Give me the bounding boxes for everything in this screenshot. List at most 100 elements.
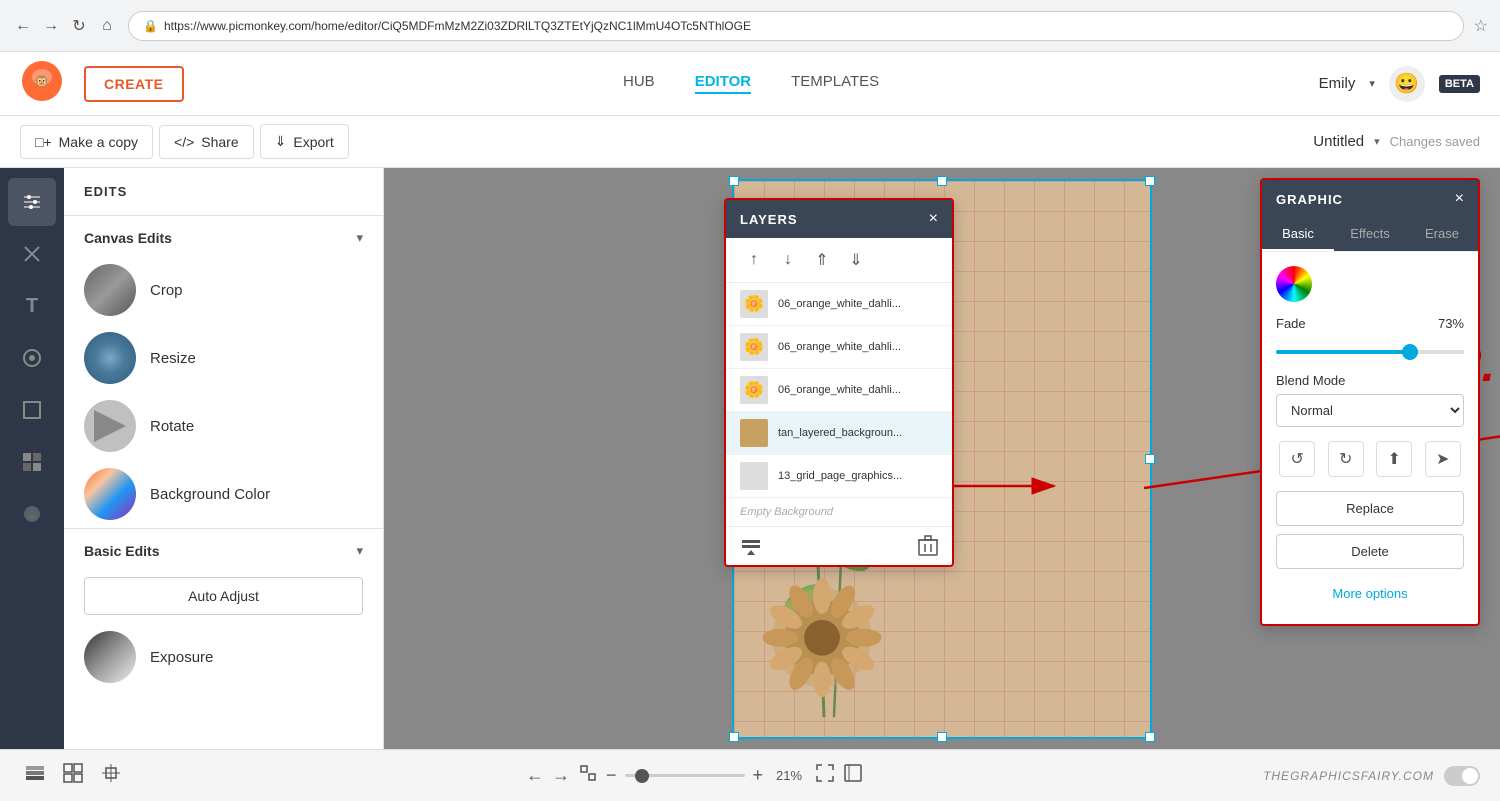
avatar[interactable]: 😀 bbox=[1389, 66, 1425, 102]
layers-merge-button[interactable] bbox=[740, 535, 762, 557]
logo[interactable]: 🐵 bbox=[20, 59, 64, 108]
selection-handle-bm[interactable] bbox=[937, 732, 947, 742]
canvas-edits-header[interactable]: Canvas Edits ▾ bbox=[64, 216, 383, 256]
layer-move-up-button[interactable]: ↑ bbox=[740, 246, 768, 274]
layer-item[interactable]: 🌼 06_orange_white_dahli... bbox=[726, 283, 952, 326]
user-name[interactable]: Emily bbox=[1319, 75, 1356, 92]
svg-text:🐵: 🐵 bbox=[33, 73, 50, 89]
bookmark-icon[interactable]: ☆ bbox=[1474, 16, 1488, 36]
rotate-right-button[interactable]: ↻ bbox=[1328, 441, 1364, 477]
export-icon: ⇓ bbox=[275, 133, 287, 150]
rotate-item[interactable]: Rotate bbox=[64, 392, 383, 460]
exposure-item[interactable]: Exposure bbox=[64, 623, 383, 691]
layer-move-bottom-button[interactable]: ⇓ bbox=[842, 246, 870, 274]
transform-buttons: ↺ ↻ ⬆ ➤ bbox=[1276, 441, 1464, 477]
edits-panel: EDITS Canvas Edits ▾ Crop Resize Rotate bbox=[64, 168, 384, 749]
sidebar-icon-graphics[interactable] bbox=[8, 334, 56, 382]
fit-to-window-button[interactable] bbox=[815, 763, 835, 788]
sidebar-icon-text[interactable]: T bbox=[8, 282, 56, 330]
sidebar-icon-frames[interactable] bbox=[8, 386, 56, 434]
url-bar[interactable]: 🔒 https://www.picmonkey.com/home/editor/… bbox=[128, 11, 1464, 41]
zoom-slider[interactable] bbox=[625, 774, 745, 777]
selection-handle-tm[interactable] bbox=[937, 176, 947, 186]
zoom-in-button[interactable]: + bbox=[753, 765, 764, 786]
share-label: Share bbox=[201, 134, 238, 150]
zoom-percent: 21% bbox=[771, 768, 807, 783]
graphic-header: GRAPHIC × bbox=[1262, 180, 1478, 218]
sidebar-icon-scissors[interactable] bbox=[8, 230, 56, 278]
layers-close-button[interactable]: × bbox=[929, 210, 938, 228]
selection-handle-mr[interactable] bbox=[1145, 454, 1155, 464]
flip-vertical-button[interactable]: ⬆ bbox=[1376, 441, 1412, 477]
zoom-out-button[interactable]: − bbox=[606, 765, 617, 786]
reload-button[interactable]: ↻ bbox=[68, 15, 90, 37]
crop-label: Crop bbox=[150, 282, 183, 299]
fullscreen-button[interactable] bbox=[843, 763, 863, 788]
graphic-tab-basic[interactable]: Basic bbox=[1262, 218, 1334, 251]
forward-button[interactable]: → bbox=[40, 15, 62, 37]
redo-button[interactable]: → bbox=[552, 765, 570, 786]
graphic-title: GRAPHIC bbox=[1276, 192, 1343, 207]
selection-handle-br[interactable] bbox=[1145, 732, 1155, 742]
selection-handle-tr[interactable] bbox=[1145, 176, 1155, 186]
undo-button[interactable]: ← bbox=[526, 765, 544, 786]
selection-handle-bl[interactable] bbox=[729, 732, 739, 742]
sidebar-icon-textures[interactable] bbox=[8, 438, 56, 486]
doc-title[interactable]: Untitled bbox=[1313, 133, 1364, 150]
share-button[interactable]: </> Share bbox=[159, 125, 254, 159]
layer-item[interactable]: 13_grid_page_graphics... bbox=[726, 455, 952, 498]
auto-adjust-button[interactable]: Auto Adjust bbox=[84, 577, 363, 615]
layers-toggle-button[interactable] bbox=[20, 758, 50, 793]
empty-background-label: Empty Background bbox=[726, 498, 952, 526]
layer-thumb bbox=[740, 462, 768, 490]
layers-bottom bbox=[726, 526, 952, 565]
sidebar-icon-edits[interactable] bbox=[8, 178, 56, 226]
watermark-toggle[interactable] bbox=[1444, 766, 1480, 786]
selection-handle-tl[interactable] bbox=[729, 176, 739, 186]
nav-links: HUB EDITOR TEMPLATES bbox=[204, 73, 1299, 94]
hub-link[interactable]: HUB bbox=[623, 73, 655, 94]
flip-horizontal-button[interactable]: ➤ bbox=[1425, 441, 1461, 477]
crop-thumbnail bbox=[84, 264, 136, 316]
replace-button[interactable]: Replace bbox=[1276, 491, 1464, 526]
crop-item[interactable]: Crop bbox=[64, 256, 383, 324]
doc-chevron-icon: ▾ bbox=[1374, 135, 1380, 148]
delete-button[interactable]: Delete bbox=[1276, 534, 1464, 569]
layers-delete-button[interactable] bbox=[918, 535, 938, 557]
layer-name: 06_orange_white_dahli... bbox=[778, 298, 901, 310]
fade-slider[interactable] bbox=[1276, 350, 1464, 354]
editor-link[interactable]: EDITOR bbox=[695, 73, 751, 94]
sidebar-icon-photos[interactable] bbox=[8, 490, 56, 538]
grid-toggle-button[interactable] bbox=[58, 758, 88, 793]
toolbar-right: Untitled ▾ Changes saved bbox=[1313, 133, 1480, 150]
graphic-tab-erase[interactable]: Erase bbox=[1406, 218, 1478, 251]
color-wheel-icon[interactable] bbox=[1276, 266, 1312, 302]
make-copy-button[interactable]: □+ Make a copy bbox=[20, 125, 153, 159]
back-button[interactable]: ← bbox=[12, 15, 34, 37]
export-button[interactable]: ⇓ Export bbox=[260, 124, 349, 159]
layer-move-top-button[interactable]: ⇑ bbox=[808, 246, 836, 274]
rotate-left-button[interactable]: ↺ bbox=[1279, 441, 1315, 477]
user-chevron-icon: ▾ bbox=[1369, 77, 1375, 90]
center-align-button[interactable] bbox=[96, 758, 126, 793]
create-button[interactable]: CREATE bbox=[84, 66, 184, 102]
zoom-fit-button[interactable] bbox=[578, 763, 598, 788]
layer-item[interactable]: 🌼 06_orange_white_dahli... bbox=[726, 369, 952, 412]
templates-link[interactable]: TEMPLATES bbox=[791, 73, 879, 94]
graphic-close-button[interactable]: × bbox=[1455, 190, 1464, 208]
blend-mode-select[interactable]: Normal Multiply Screen Overlay Darken Li… bbox=[1276, 394, 1464, 427]
layer-item-selected[interactable]: tan_layered_backgroun... bbox=[726, 412, 952, 455]
home-button[interactable]: ⌂ bbox=[96, 15, 118, 37]
graphic-tab-effects[interactable]: Effects bbox=[1334, 218, 1406, 251]
layer-item[interactable]: 🌼 06_orange_white_dahli... bbox=[726, 326, 952, 369]
basic-edits-header[interactable]: Basic Edits ▾ bbox=[64, 528, 383, 569]
basic-edits-chevron-icon: ▾ bbox=[356, 543, 363, 559]
background-color-item[interactable]: Background Color bbox=[64, 460, 383, 528]
canvas-area[interactable]: 1. 2. LAYERS × ↑ ↓ ⇑ ⇓ 🌼 06_or bbox=[384, 168, 1500, 749]
fade-label: Fade bbox=[1276, 316, 1306, 331]
more-options-button[interactable]: More options bbox=[1276, 577, 1464, 610]
layer-move-down-button[interactable]: ↓ bbox=[774, 246, 802, 274]
layer-name: tan_layered_backgroun... bbox=[778, 427, 902, 439]
resize-item[interactable]: Resize bbox=[64, 324, 383, 392]
toggle-knob bbox=[1462, 768, 1478, 784]
